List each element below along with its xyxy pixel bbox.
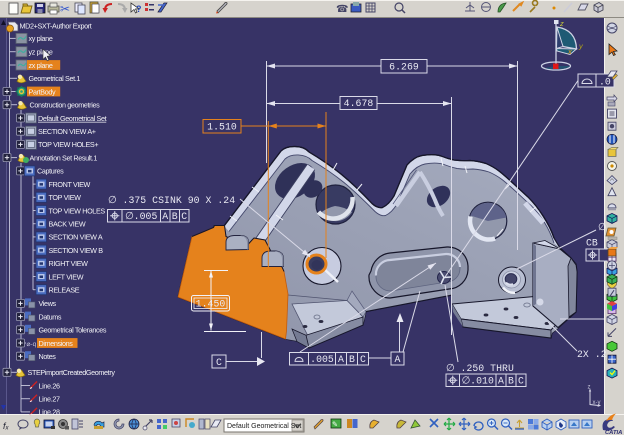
svg-text:A: A [498, 375, 504, 386]
svg-text:zx plane: zx plane [29, 61, 53, 70]
svg-text:FRONT VIEW: FRONT VIEW [49, 180, 91, 189]
svg-text:⌀-q: ⌀-q [27, 341, 37, 348]
svg-text:.005: .005 [310, 354, 334, 365]
svg-text:∅ .375 CSINK 90 X .24: ∅ .375 CSINK 90 X .24 [108, 195, 235, 206]
svg-text:PartBody: PartBody [29, 87, 57, 96]
svg-text:SECTION VIEW A+: SECTION VIEW A+ [38, 127, 96, 136]
svg-text:.0: .0 [599, 77, 611, 88]
svg-text:1.510: 1.510 [207, 122, 237, 133]
svg-text:C: C [216, 357, 222, 368]
svg-text:MD2+SXT-Author Export: MD2+SXT-Author Export [20, 22, 92, 31]
svg-text:STEPimportCreatedGeometry: STEPimportCreatedGeometry [28, 368, 116, 377]
svg-text:TOP VIEW HOLES+: TOP VIEW HOLES+ [38, 140, 98, 149]
svg-text:xy plane: xy plane [29, 34, 53, 43]
svg-text:Notes: Notes [39, 352, 57, 361]
svg-text:∅ .250 THRU: ∅ .250 THRU [446, 363, 514, 374]
svg-text:B: B [172, 211, 178, 222]
svg-text:B: B [349, 354, 355, 365]
svg-text:1.450: 1.450 [196, 299, 226, 310]
svg-text:C: C [518, 375, 524, 386]
svg-text:C: C [360, 354, 366, 365]
svg-text:∅.005: ∅.005 [125, 211, 157, 222]
svg-text:Line.26: Line.26 [39, 381, 60, 390]
svg-text:✎: ✎ [332, 422, 338, 429]
svg-text:Views: Views [39, 299, 57, 308]
svg-text:2X .2: 2X .2 [577, 349, 607, 360]
svg-text:A: A [395, 354, 401, 365]
svg-text:Line.27: Line.27 [39, 395, 60, 404]
svg-text:fₓ: fₓ [3, 421, 10, 431]
svg-text:LEFT VIEW: LEFT VIEW [49, 272, 84, 281]
svg-text:Line.28: Line.28 [39, 408, 60, 417]
svg-text:Geometrical Tolerances: Geometrical Tolerances [39, 326, 107, 335]
svg-text:✂: ✂ [60, 2, 70, 16]
svg-text:Construction geometries: Construction geometries [30, 101, 101, 110]
svg-text:Default Geometrical Set: Default Geometrical Set [227, 423, 301, 430]
svg-text:6.269: 6.269 [389, 62, 419, 73]
svg-text:Dimensions: Dimensions [39, 339, 74, 348]
svg-text:Geometrical Set.1: Geometrical Set.1 [29, 74, 81, 83]
svg-text:TOP VIEW: TOP VIEW [49, 193, 82, 202]
svg-text:SECTION VIEW A: SECTION VIEW A [49, 233, 103, 242]
svg-text:Captures: Captures [37, 167, 64, 176]
svg-text:C: C [181, 211, 187, 222]
svg-text:∅.010: ∅.010 [462, 375, 494, 386]
svg-text:Default Geometrical Set: Default Geometrical Set [38, 114, 107, 123]
svg-text:z: z [588, 385, 591, 391]
svg-text:Datums: Datums [39, 312, 62, 321]
svg-text:∅: ∅ [598, 222, 607, 233]
svg-text:z: z [559, 19, 564, 28]
svg-text:SECTION VIEW B: SECTION VIEW B [49, 246, 104, 255]
svg-text:RIGHT VIEW: RIGHT VIEW [49, 259, 89, 268]
svg-text:4.678: 4.678 [344, 98, 374, 109]
svg-text:Annotation Set Result.1: Annotation Set Result.1 [30, 153, 98, 162]
svg-text:B: B [508, 375, 514, 386]
svg-text:CATIA: CATIA [605, 430, 622, 435]
svg-text:TOP VIEW HOLES: TOP VIEW HOLES [49, 206, 106, 215]
svg-text:RELEASE: RELEASE [49, 286, 80, 295]
svg-text:x-y: x-y [593, 400, 601, 406]
svg-text:CB: CB [586, 238, 598, 249]
svg-text:☎: ☎ [336, 4, 348, 15]
svg-text:x: x [567, 47, 572, 56]
svg-text:?: ? [136, 4, 142, 14]
svg-text:BACK VIEW: BACK VIEW [49, 220, 86, 229]
svg-text:A: A [338, 354, 344, 365]
svg-text:A: A [162, 211, 168, 222]
